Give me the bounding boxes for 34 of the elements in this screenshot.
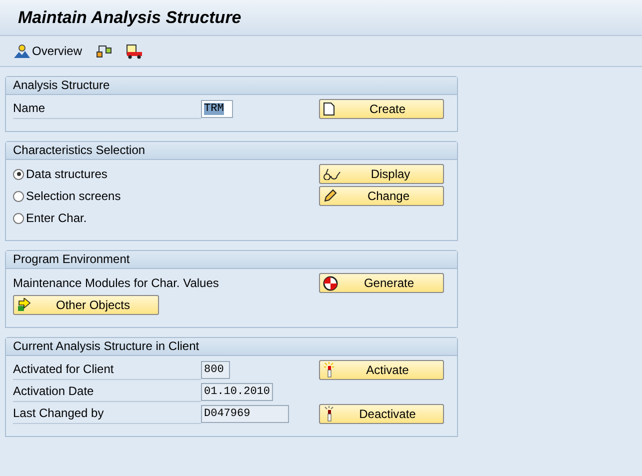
field-label: Activation Date bbox=[13, 382, 201, 402]
info-text: Maintenance Modules for Char. Values bbox=[13, 275, 220, 292]
action-button[interactable]: Display bbox=[319, 164, 444, 184]
input-field[interactable]: 01.10.2010 bbox=[201, 383, 273, 401]
radio-option[interactable]: Enter Char. bbox=[13, 208, 319, 228]
truck-icon[interactable] bbox=[126, 44, 144, 58]
action-button[interactable]: Other Objects bbox=[13, 295, 159, 315]
ball-icon bbox=[323, 276, 338, 290]
lamp-off-icon bbox=[323, 406, 335, 422]
action-button[interactable]: Create bbox=[319, 99, 444, 119]
pencil-icon bbox=[323, 189, 337, 203]
group-title: Current Analysis Structure in Client bbox=[6, 338, 457, 356]
group-title: Characteristics Selection bbox=[6, 142, 457, 160]
radio-option[interactable]: Selection screens bbox=[13, 186, 319, 206]
action-button[interactable]: Activate bbox=[319, 360, 444, 380]
group-title: Program Environment bbox=[6, 251, 457, 269]
glasses-icon bbox=[323, 168, 341, 180]
field-label: Activated for Client bbox=[13, 360, 201, 380]
field-label: Last Changed by bbox=[13, 404, 201, 424]
input-field[interactable]: TRM bbox=[201, 100, 234, 118]
input-field[interactable]: D047969 bbox=[201, 405, 289, 423]
lamp-on-icon bbox=[323, 362, 335, 378]
arrow-icon bbox=[17, 298, 31, 312]
document-icon bbox=[323, 102, 335, 116]
radio-option[interactable]: Data structures bbox=[13, 164, 319, 184]
group-title: Analysis Structure bbox=[6, 77, 457, 95]
action-button[interactable]: Change bbox=[319, 186, 444, 206]
input-field[interactable]: 800 bbox=[201, 361, 230, 379]
screen-title: Maintain Analysis Structure bbox=[18, 8, 242, 28]
action-button[interactable]: Generate bbox=[319, 273, 444, 293]
overview-button[interactable]: Overview bbox=[14, 44, 82, 58]
hierarchy-icon[interactable] bbox=[96, 44, 112, 58]
action-button[interactable]: Deactivate bbox=[319, 404, 444, 424]
field-label: Name bbox=[13, 99, 201, 119]
